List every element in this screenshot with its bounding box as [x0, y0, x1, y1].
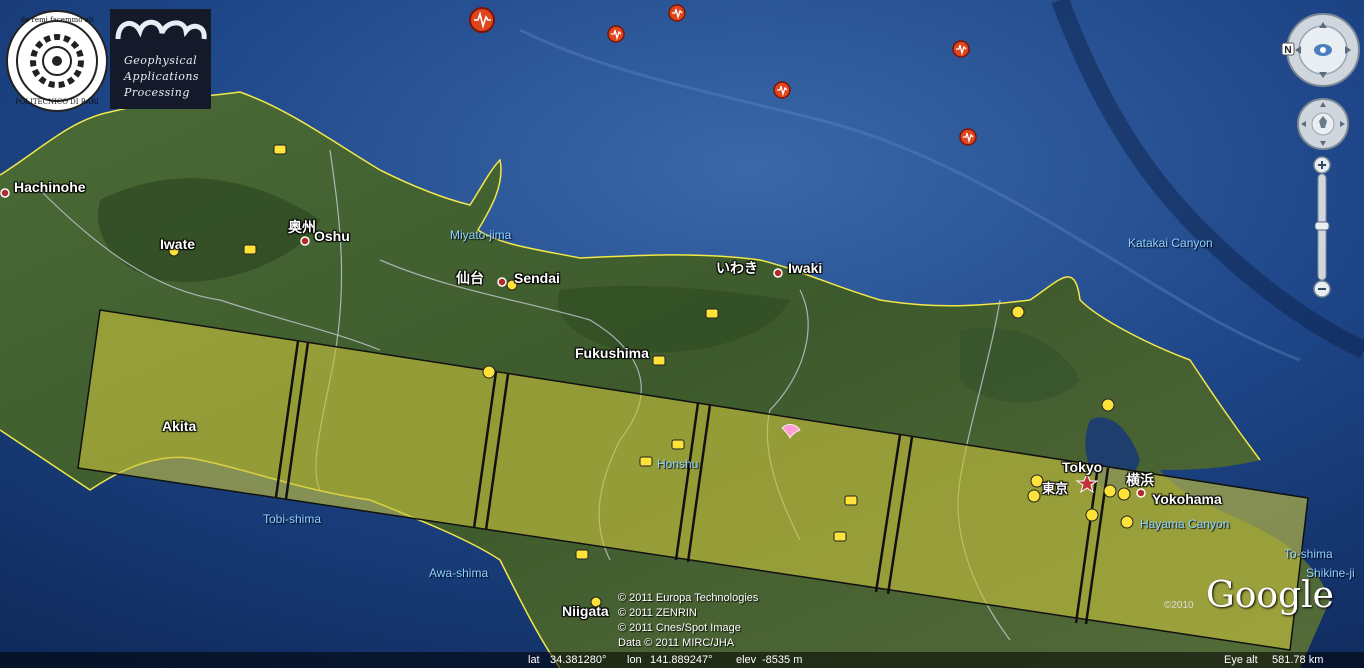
city-marker[interactable] — [497, 277, 507, 287]
place-label-yokohama-jp[interactable]: 横浜 — [1126, 470, 1154, 490]
north-label: N — [1284, 45, 1291, 56]
place-label-oshu-jp[interactable]: 奥州 — [288, 217, 316, 237]
city-marker[interactable] — [300, 236, 310, 246]
earthquake-marker[interactable] — [773, 81, 791, 99]
building-3d-icon[interactable] — [482, 365, 496, 379]
photo-camera-icon[interactable] — [243, 244, 257, 255]
building-3d-icon[interactable] — [1101, 398, 1115, 412]
eye-alt-value: 581.78 km — [1272, 654, 1324, 666]
zoom-in-button[interactable] — [1313, 156, 1331, 174]
city-marker[interactable] — [0, 188, 10, 198]
place-label-katakai-canyon[interactable]: Katakai Canyon — [1128, 236, 1213, 250]
earthquake-marker[interactable] — [607, 25, 625, 43]
photo-camera-icon[interactable] — [273, 144, 287, 155]
city-marker[interactable] — [773, 268, 783, 278]
look-joystick[interactable] — [1286, 13, 1360, 87]
north-reset-button[interactable]: N — [1281, 42, 1295, 56]
attribution-line: © 2011 Cnes/Spot Image — [618, 622, 741, 634]
place-label-oshu[interactable]: Oshu — [314, 228, 350, 244]
photo-camera-icon[interactable] — [575, 549, 589, 560]
attribution-line: © 2011 Europa Technologies — [618, 592, 759, 604]
building-3d-icon[interactable] — [1085, 508, 1099, 522]
eye-alt-label: Eye alt — [1224, 654, 1258, 666]
earthquake-marker[interactable] — [952, 40, 970, 58]
photo-camera-icon[interactable] — [671, 439, 685, 450]
google-logo: Google — [1206, 575, 1334, 616]
politecnico-logo: de remi facemmo ali POLITECNICO DI BARI — [6, 10, 108, 112]
place-label-fukushima[interactable]: Fukushima — [575, 345, 649, 361]
photo-camera-icon[interactable] — [652, 355, 666, 366]
lat-value: 34.381280° — [550, 654, 607, 666]
place-label-iwaki-jp[interactable]: いわき — [716, 258, 758, 278]
place-label-hachinohe[interactable]: Hachinohe — [14, 179, 86, 195]
attribution-line: © 2011 ZENRIN — [618, 607, 697, 619]
place-label-iwate[interactable]: Iwate — [160, 236, 195, 252]
earthquake-marker[interactable] — [959, 128, 977, 146]
lat-label: lat — [528, 654, 540, 666]
move-joystick[interactable] — [1297, 98, 1349, 150]
photo-camera-icon[interactable] — [844, 495, 858, 506]
photo-camera-icon[interactable] — [833, 531, 847, 542]
gap-logo-line3: Processing — [124, 86, 190, 99]
place-label-miyato-jima[interactable]: Miyato-jima — [450, 228, 511, 242]
place-label-hayama-canyon[interactable]: Hayama Canyon — [1140, 517, 1229, 531]
photo-camera-icon[interactable] — [639, 456, 653, 467]
lon-label: lon — [627, 654, 642, 666]
place-label-yokohama[interactable]: Yokohama — [1152, 491, 1222, 507]
building-3d-icon[interactable] — [1103, 484, 1117, 498]
gap-logo-mark-icon — [115, 19, 207, 40]
place-label-honshu[interactable]: Honshu — [657, 457, 698, 471]
navigation-controls: N — [1281, 13, 1360, 298]
place-label-tobi-shima[interactable]: Tobi-shima — [263, 512, 321, 526]
lon-value: 141.889247° — [650, 654, 713, 666]
gap-logo-line2: Applications — [124, 70, 200, 83]
place-label-tokyo-jp[interactable]: 東京 — [1042, 478, 1068, 497]
place-label-akita[interactable]: Akita — [162, 418, 196, 434]
place-label-iwaki[interactable]: Iwaki — [788, 260, 822, 276]
place-label-sendai[interactable]: Sendai — [514, 270, 560, 286]
zoom-slider-thumb[interactable] — [1314, 221, 1330, 231]
place-label-sendai-jp[interactable]: 仙台 — [456, 268, 484, 288]
gap-logo-line1: Geophysical — [124, 54, 198, 67]
building-3d-icon[interactable] — [1011, 305, 1025, 319]
photo-camera-icon[interactable] — [705, 308, 719, 319]
elev-label: elev — [736, 654, 757, 666]
building-3d-icon[interactable] — [1027, 489, 1041, 503]
building-3d-icon[interactable] — [1120, 515, 1134, 529]
elev-value: -8535 m — [762, 654, 803, 666]
place-label-niigata[interactable]: Niigata — [562, 603, 609, 619]
imagery-attribution: © 2011 Europa Technologies © 2011 ZENRIN… — [618, 591, 758, 651]
city-marker[interactable] — [1136, 488, 1146, 498]
gap-logo: Geophysical Applications Processing — [110, 9, 211, 109]
place-label-awa-shima[interactable]: Awa-shima — [429, 566, 488, 580]
earthquake-marker[interactable] — [469, 7, 495, 33]
imagery-year: ©2010 — [1164, 600, 1194, 611]
attribution-line: Data © 2011 MIRC/JHA — [618, 637, 735, 649]
place-label-to-shima[interactable]: To-shima — [1284, 547, 1333, 561]
place-label-tokyo[interactable]: Tokyo — [1062, 459, 1102, 475]
logo-gear-icon — [16, 20, 98, 102]
logo-university-name: POLITECNICO DI BARI — [14, 98, 100, 106]
earthquake-marker[interactable] — [668, 4, 686, 22]
zoom-out-button[interactable] — [1313, 280, 1331, 298]
status-bar: lat 34.381280° lon 141.889247° elev -853… — [0, 652, 1364, 668]
